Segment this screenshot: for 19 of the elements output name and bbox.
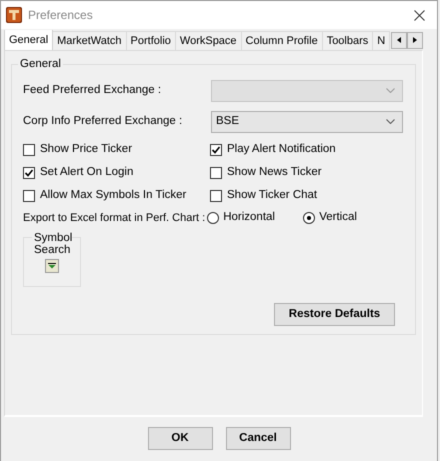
checkbox-label: Set Alert On Login bbox=[40, 164, 134, 180]
checkbox-label: Play Alert Notification bbox=[227, 142, 336, 157]
checkbox-label: Show Ticker Chat bbox=[227, 188, 318, 203]
restore-defaults-button[interactable]: Restore Defaults bbox=[274, 303, 395, 326]
export-label: Export to Excel format in Perf. Chart : bbox=[23, 210, 206, 226]
radio-label: Vertical bbox=[319, 210, 357, 226]
group-title: Symbol Search bbox=[32, 232, 72, 256]
ok-button[interactable]: OK bbox=[148, 427, 212, 450]
radio-label: Horizontal bbox=[223, 210, 275, 226]
checkbox-label: Allow Max Symbols In Ticker bbox=[40, 188, 186, 203]
tab[interactable]: General bbox=[4, 30, 54, 50]
field-label: Feed Preferred Exchange : bbox=[23, 82, 162, 98]
tab[interactable]: N bbox=[372, 31, 390, 50]
checkbox-label: Show News Ticker bbox=[227, 164, 322, 180]
checkbox-label: Show Price Ticker bbox=[40, 142, 132, 157]
window-title: Preferences bbox=[28, 7, 93, 24]
dropdown-field[interactable]: BSE bbox=[211, 110, 403, 132]
cancel-button[interactable]: Cancel bbox=[226, 427, 290, 450]
field-label: Corp Info Preferred Exchange : bbox=[23, 114, 184, 129]
